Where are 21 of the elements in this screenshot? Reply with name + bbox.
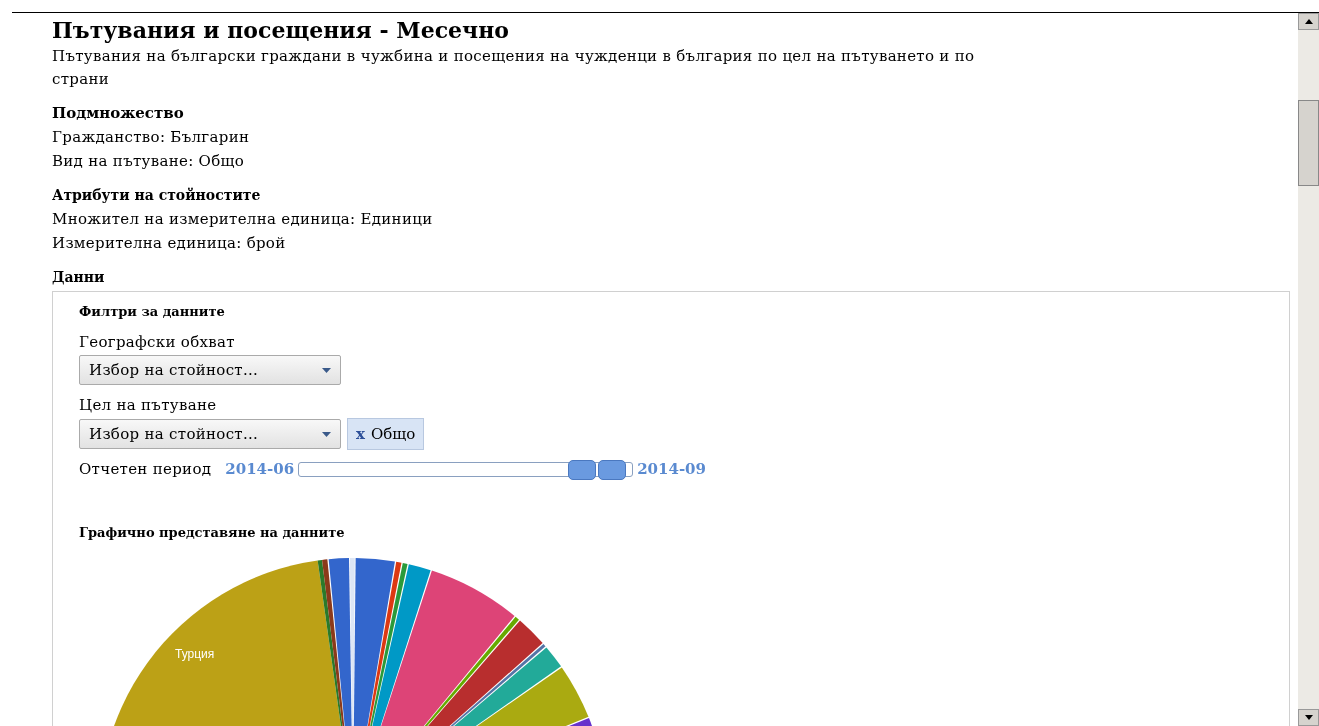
chart-heading: Графично представяне на данните <box>79 523 346 542</box>
section-heading: Подмножество <box>52 103 185 124</box>
section-heading: Данни <box>52 268 106 287</box>
description: Пътувания на български граждани в чужбина и посещения на чужденци в българия по цел на пътуването и по страни <box>52 46 976 90</box>
attribute-text: Измерителна единица: брой <box>52 233 287 254</box>
filters-heading: Филтри за данните <box>79 303 226 321</box>
attribute-text: Вид на пътуване: Общо <box>52 151 246 172</box>
select-dropdown[interactable]: Избор на стойност... <box>79 355 341 385</box>
slice-label: Турция <box>175 645 215 663</box>
attribute-text: Гражданство: Българин <box>52 127 251 148</box>
section-heading: Атрибути на стойностите <box>52 186 262 205</box>
attribute-text: Множител на измерителна единица: Единици <box>52 209 434 230</box>
tag-label: Общо <box>370 423 416 445</box>
filter-label: Географски обхват <box>79 332 236 353</box>
period-label: Отчетен период <box>79 459 212 480</box>
period-start: 2014-06 <box>225 459 295 480</box>
page-title: Пътувания и посещения - Месечно <box>52 16 510 45</box>
select-dropdown[interactable]: Избор на стойност... <box>79 419 341 449</box>
period-end: 2014-09 <box>637 459 706 480</box>
remove-button[interactable]: x <box>356 422 365 446</box>
filter-label: Цел на пътуване <box>79 395 218 416</box>
